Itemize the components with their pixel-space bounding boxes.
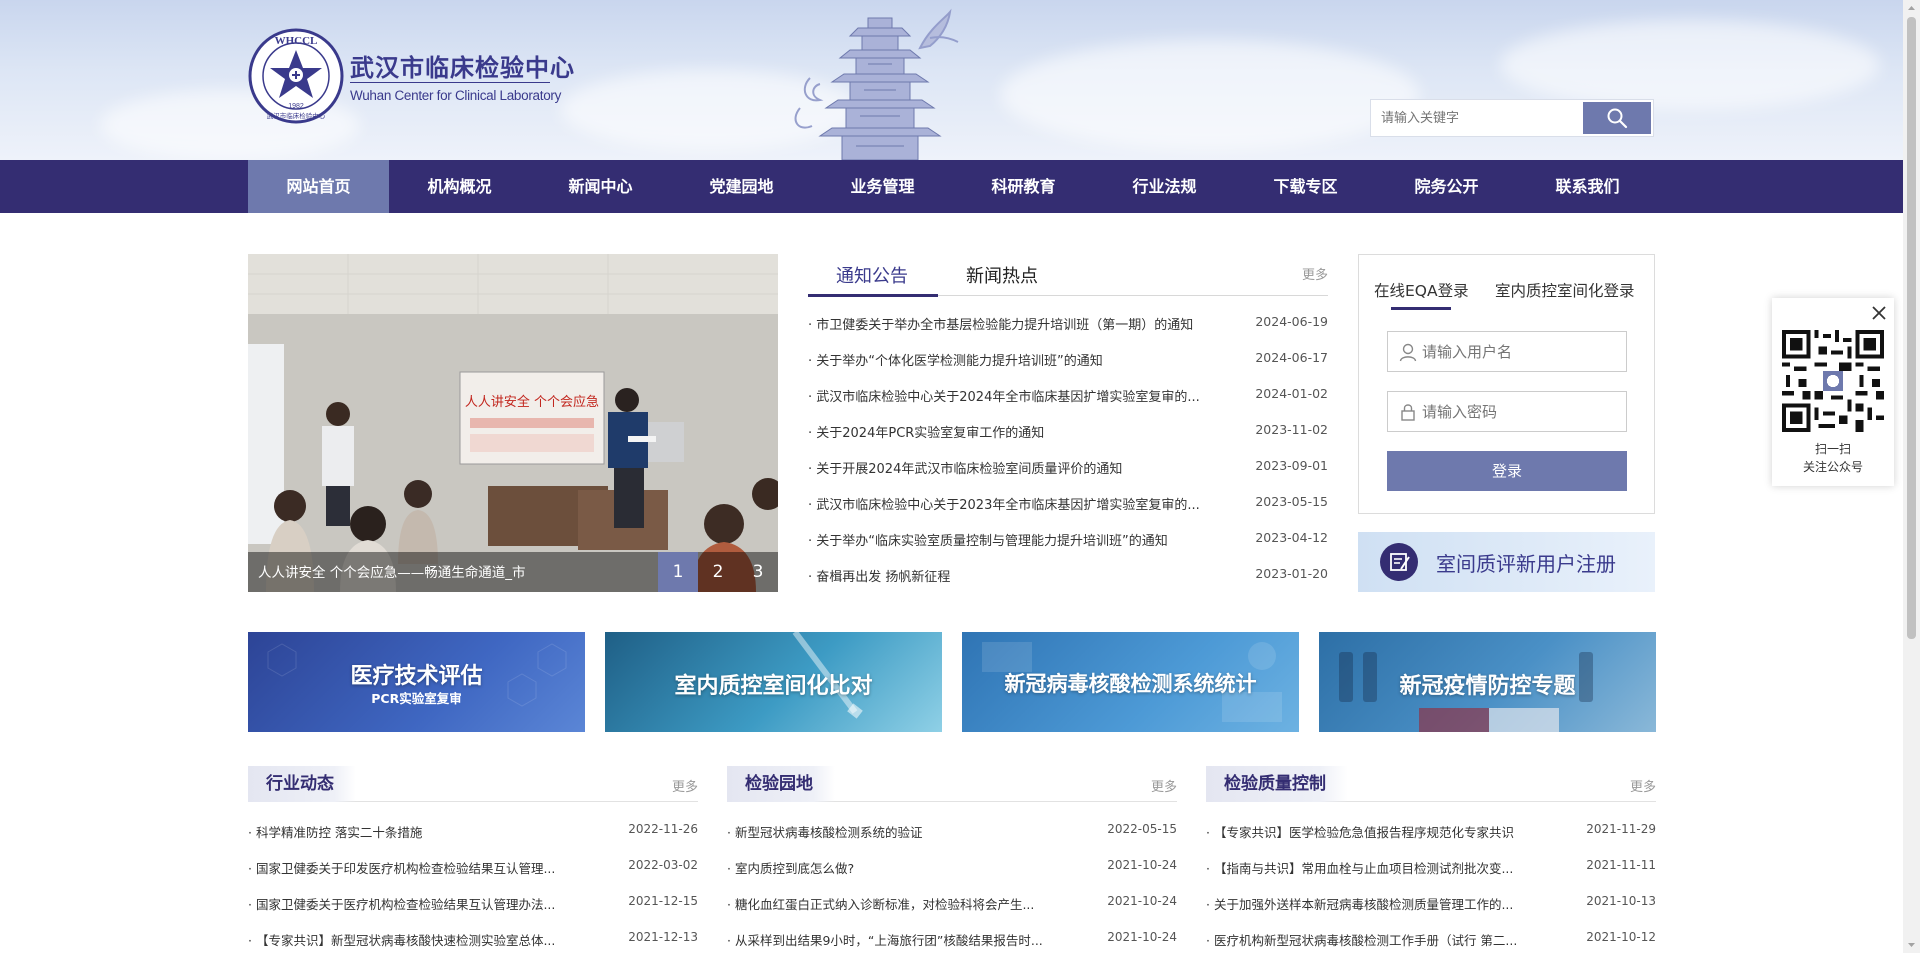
register-banner[interactable]: 室间质评新用户注册 (1358, 532, 1655, 592)
slider-dot-1[interactable]: 1 (658, 552, 698, 592)
qr-float-panel: 扫一扫 关注公众号 (1772, 298, 1894, 486)
list-item[interactable]: · 新型冠状病毒核酸检测系统的验证 2022-05-15 (727, 822, 1177, 842)
header-cloud (1000, 40, 1420, 150)
scroll-down-icon[interactable] (1903, 936, 1920, 953)
seal-logo-icon: WHCCL 1982 武汉市临床检验中心 (248, 28, 344, 124)
list-item[interactable]: · 关于举办“临床实验室质量控制与管理能力提升培训班”的通知 2023-04-12 (808, 530, 1328, 550)
list-item[interactable]: · 国家卫健委关于印发医疗机构检查检验结果互认管理... 2022-03-02 (248, 858, 698, 878)
slider-dot-2[interactable]: 2 (698, 552, 738, 592)
column-more-link[interactable]: 更多 (672, 776, 698, 795)
search-icon (1607, 108, 1628, 129)
logo-divider (350, 82, 550, 83)
list-item[interactable]: · 武汉市临床检验中心关于2024年全市临床基因扩增实验室复审的... 2024-… (808, 386, 1328, 406)
nav-item-business[interactable]: 业务管理 (812, 160, 953, 213)
nav-item-affairs[interactable]: 院务公开 (1376, 160, 1517, 213)
column-title: 行业动态 (248, 766, 356, 802)
list-item[interactable]: · 奋楫再出发 扬帆新征程 2023-01-20 (808, 566, 1328, 586)
column-lab-garden: 检验园地 更多 · 新型冠状病毒核酸检测系统的验证 2022-05-15 · 室内… (727, 766, 1177, 953)
column-title: 检验园地 (727, 766, 835, 802)
nav-item-contact[interactable]: 联系我们 (1517, 160, 1658, 213)
slider-photo: 人人讲安全 个个会应急 (248, 254, 778, 592)
list-item[interactable]: · 【专家共识】医学检验危急值报告程序规范化专家共识 2021-11-29 (1206, 822, 1656, 842)
lock-icon (1401, 404, 1415, 421)
username-input[interactable] (1422, 332, 1622, 371)
notices-more-link[interactable]: 更多 (1302, 264, 1328, 283)
nav-item-research[interactable]: 科研教育 (953, 160, 1094, 213)
list-item[interactable]: · 关于加强外送样本新冠病毒核酸检测质量管理工作的... 2021-10-13 (1206, 894, 1656, 914)
page-scrollbar[interactable] (1903, 0, 1920, 953)
main-nav: 网站首页 机构概况 新闻中心 党建园地 业务管理 科研教育 行业法规 下载专区 … (0, 160, 1920, 213)
username-field (1387, 331, 1627, 372)
column-more-link[interactable]: 更多 (1151, 776, 1177, 795)
news-slider[interactable]: 人人讲安全 个个会应急 人人讲安全 个个会应急——畅通生命通道_市 1 2 3 (248, 254, 778, 592)
tab-notices[interactable]: 通知公告 (836, 262, 908, 288)
list-item[interactable]: · 室内质控到底怎么做? 2021-10-24 (727, 858, 1177, 878)
list-item[interactable]: · 市卫健委关于举办全市基层检验能力提升培训班（第一期）的通知 2024-06-1… (808, 314, 1328, 334)
list-item[interactable]: · 糖化血红蛋白正式纳入诊断标准，对检验科将会产生... 2021-10-24 (727, 894, 1177, 914)
slider-dot-3[interactable]: 3 (738, 552, 778, 592)
banner-covid-stats[interactable]: 新冠病毒核酸检测系统统计 (962, 632, 1299, 732)
password-input[interactable] (1422, 392, 1622, 431)
tab-news-hot[interactable]: 新闻热点 (966, 262, 1038, 288)
user-icon (1399, 343, 1417, 362)
banner-iqc-comparison[interactable]: 室内质控室间化比对 (605, 632, 942, 732)
active-tab-indicator (808, 294, 938, 297)
list-item[interactable]: · 从采样到出结果9小时，“上海旅行团”核酸结果报告时... 2021-10-24 (727, 930, 1177, 950)
column-industry-news: 行业动态 更多 · 科学精准防控 落实二十条措施 2022-11-26 · 国家卫… (248, 766, 698, 953)
banner-tech-assessment[interactable]: 医疗技术评估 PCR实验室复审 (248, 632, 585, 732)
banner-covid-prevention[interactable]: 新冠疫情防控专题 (1319, 632, 1656, 732)
column-more-link[interactable]: 更多 (1630, 776, 1656, 795)
list-item[interactable]: · 武汉市临床检验中心关于2023年全市临床基因扩增实验室复审的... 2023-… (808, 494, 1328, 514)
slider-caption[interactable]: 人人讲安全 个个会应急——畅通生命通道_市 (258, 561, 526, 581)
site-logo[interactable]: WHCCL 1982 武汉市临床检验中心 武汉市临床检验中心 Wuhan Cen… (248, 28, 574, 128)
notice-tabs: 通知公告 新闻热点 更多 (808, 254, 1328, 297)
list-item[interactable]: · 【指南与共识】常用血栓与止血项目检测试剂批次变... 2021-11-11 (1206, 858, 1656, 878)
register-icon-circle (1380, 543, 1418, 581)
nav-item-home[interactable]: 网站首页 (248, 160, 389, 213)
svg-text:WHCCL: WHCCL (275, 35, 318, 47)
scrollbar-thumb[interactable] (1907, 17, 1916, 639)
search-input[interactable] (1371, 100, 1583, 136)
slider-pagination: 1 2 3 (658, 552, 778, 592)
list-item[interactable]: · 关于2024年PCR实验室复审工作的通知 2023-11-02 (808, 422, 1328, 442)
search-box (1370, 99, 1654, 137)
nav-item-news[interactable]: 新闻中心 (530, 160, 671, 213)
column-title: 检验质量控制 (1206, 766, 1348, 802)
qr-caption-follow: 关注公众号 (1802, 460, 1863, 474)
svg-text:1982: 1982 (288, 103, 304, 110)
edit-icon (1390, 553, 1410, 571)
close-icon[interactable] (1870, 304, 1888, 322)
header-cloud (1500, 20, 1880, 110)
column-quality-control: 检验质量控制 更多 · 【专家共识】医学检验危急值报告程序规范化专家共识 2021… (1206, 766, 1656, 953)
search-button[interactable] (1583, 102, 1651, 134)
tab-eqa-login[interactable]: 在线EQA登录 (1374, 279, 1469, 301)
list-item[interactable]: · 关于举办“个体化医学检测能力提升培训班”的通知 2024-06-17 (808, 350, 1328, 370)
tower-illustration (794, 8, 959, 160)
site-header: WHCCL 1982 武汉市临床检验中心 武汉市临床检验中心 Wuhan Cen… (0, 0, 1920, 160)
list-item[interactable]: · 医疗机构新型冠状病毒核酸检测工作手册（试行 第二... 2021-10-12 (1206, 930, 1656, 950)
list-item[interactable]: · 科学精准防控 落实二十条措施 2022-11-26 (248, 822, 698, 842)
scroll-up-icon[interactable] (1903, 0, 1920, 17)
nav-item-party[interactable]: 党建园地 (671, 160, 812, 213)
list-item[interactable]: · 国家卫健委关于医疗机构检查检验结果互认管理办法... 2021-12-15 (248, 894, 698, 914)
svg-text:武汉市临床检验中心: 武汉市临床检验中心 (267, 111, 326, 120)
site-name-en: Wuhan Center for Clinical Laboratory (350, 88, 562, 103)
site-name-cn: 武汉市临床检验中心 (350, 54, 575, 82)
password-field (1387, 391, 1627, 432)
nav-item-downloads[interactable]: 下载专区 (1235, 160, 1376, 213)
svg-text:人人讲安全 个个会应急: 人人讲安全 个个会应急 (465, 394, 599, 410)
tab-iqc-login[interactable]: 室内质控室间化登录 (1495, 279, 1635, 301)
nav-item-about[interactable]: 机构概况 (389, 160, 530, 213)
register-label: 室间质评新用户注册 (1436, 552, 1616, 576)
login-tab-indicator (1391, 307, 1451, 310)
qr-code-icon (1782, 330, 1884, 432)
nav-item-regulations[interactable]: 行业法规 (1094, 160, 1235, 213)
list-item[interactable]: · 关于开展2024年武汉市临床检验室间质量评价的通知 2023-09-01 (808, 458, 1328, 478)
login-button[interactable]: 登录 (1387, 451, 1627, 491)
notice-panel: 通知公告 新闻热点 更多 · 市卫健委关于举办全市基层检验能力提升培训班（第一期… (808, 254, 1328, 594)
qr-caption-scan: 扫一扫 (1814, 442, 1851, 456)
login-panel: 在线EQA登录 室内质控室间化登录 登录 (1358, 254, 1655, 514)
list-item[interactable]: · 【专家共识】新型冠状病毒核酸快速检测实验室总体... 2021-12-13 (248, 930, 698, 950)
